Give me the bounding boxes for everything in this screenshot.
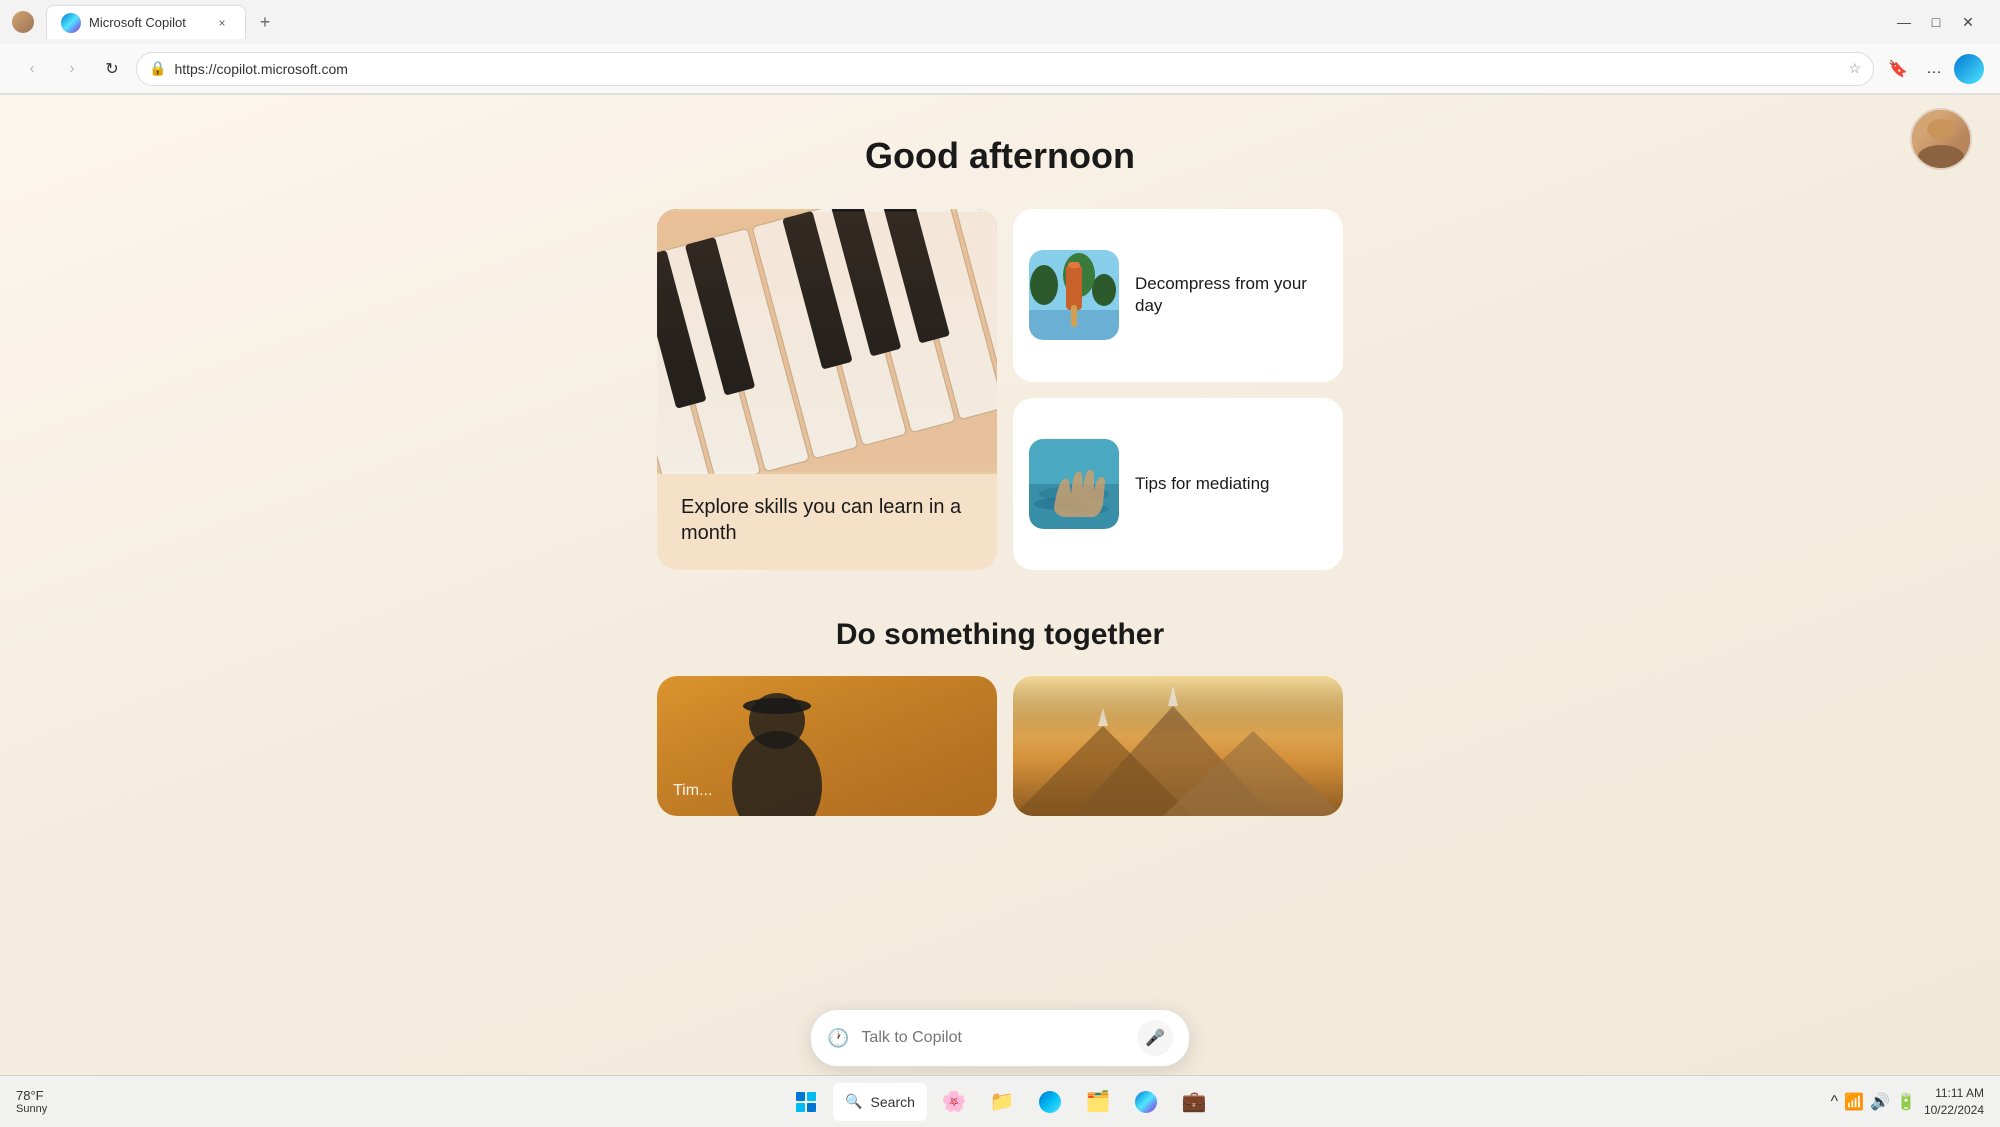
taskbar-search-button[interactable]: 🔍 Search: [833, 1083, 927, 1121]
more-button[interactable]: …: [1918, 53, 1950, 85]
win-sq-2: [807, 1092, 816, 1101]
chat-input[interactable]: [861, 1029, 1125, 1047]
tab-title-label: Microsoft Copilot: [89, 15, 205, 30]
skills-card[interactable]: Explore skills you can learn in a month: [657, 209, 997, 570]
decompress-card[interactable]: Decompress from your day: [1013, 209, 1343, 382]
explorer-icon: 🗂️: [1085, 1089, 1110, 1114]
taskbar-app-lotus[interactable]: 🌸: [933, 1081, 975, 1123]
taskbar-center: 🔍 Search 🌸 📁 🗂️ 💼: [785, 1081, 1215, 1123]
windows-icon: [796, 1092, 816, 1112]
chat-history-icon[interactable]: 🕐: [827, 1028, 849, 1049]
profile-tab-avatar[interactable]: [12, 11, 34, 33]
skills-card-image: [657, 209, 997, 474]
wifi-icon[interactable]: 📶: [1844, 1092, 1864, 1112]
meditate-card-image: [1029, 439, 1119, 529]
taskbar: 78°F Sunny 🔍 Search 🌸 📁: [0, 1075, 2000, 1127]
favorites-add-icon[interactable]: ☆: [1848, 60, 1861, 77]
taskbar-app-copilot[interactable]: [1125, 1081, 1167, 1123]
timer-card[interactable]: Tim...: [657, 676, 997, 816]
close-button[interactable]: ✕: [1956, 10, 1980, 34]
edge-icon: [1039, 1091, 1061, 1113]
bottom-cards-grid: Tim...: [657, 676, 1343, 816]
taskbar-app-files[interactable]: 📁: [981, 1081, 1023, 1123]
taskbar-right: ^ 📶 🔊 🔋 11:11 AM 10/22/2024: [1215, 1085, 1984, 1119]
mountain-card[interactable]: [1013, 676, 1343, 816]
chat-mic-button[interactable]: 🎤: [1137, 1020, 1173, 1056]
refresh-button[interactable]: ↻: [96, 53, 128, 85]
address-input[interactable]: [174, 61, 1840, 77]
tab-container: Microsoft Copilot × +: [46, 5, 1884, 39]
decompress-card-image: [1029, 250, 1119, 340]
favorites-button[interactable]: 🔖: [1882, 53, 1914, 85]
browser-chrome: Microsoft Copilot × + — □ ✕ ‹ › ↻ 🔒 ☆ 🔖 …: [0, 0, 2000, 95]
battery-icon[interactable]: 🔋: [1896, 1092, 1916, 1112]
avatar-face: [1912, 110, 1970, 168]
copilot-taskbar-icon: [1135, 1091, 1157, 1113]
decompress-card-label: Decompress from your day: [1135, 273, 1327, 317]
greeting-heading: Good afternoon: [865, 135, 1135, 177]
files-icon: 📁: [989, 1089, 1014, 1114]
system-icons: ^ 📶 🔊 🔋: [1831, 1092, 1916, 1112]
weather-condition: Sunny: [16, 1103, 47, 1115]
minimize-button[interactable]: —: [1892, 10, 1916, 34]
search-label: Search: [871, 1094, 915, 1110]
forward-button[interactable]: ›: [56, 53, 88, 85]
page-content: Good afternoon: [0, 95, 2000, 1075]
chat-bar: 🕐 🎤: [810, 1009, 1190, 1067]
weather-widget[interactable]: 78°F Sunny: [16, 1088, 47, 1115]
chevron-up-icon[interactable]: ^: [1831, 1093, 1839, 1111]
mountain-svg: [1013, 676, 1343, 816]
address-bar[interactable]: 🔒 ☆: [136, 52, 1874, 86]
user-profile-avatar[interactable]: [1910, 108, 1972, 170]
skills-card-label: Explore skills you can learn in a month: [681, 494, 973, 546]
browser-toolbar: ‹ › ↻ 🔒 ☆ 🔖 …: [0, 44, 2000, 94]
cards-grid: Explore skills you can learn in a month: [657, 209, 1343, 570]
browser-tab-copilot[interactable]: Microsoft Copilot ×: [46, 5, 246, 39]
edge-profile-icon[interactable]: [1954, 54, 1984, 84]
weather-temp: 78°F: [16, 1088, 47, 1103]
copilot-favicon: [61, 13, 81, 33]
skills-card-text: Explore skills you can learn in a month: [657, 474, 997, 570]
chat-bar-container: 🕐 🎤: [810, 1009, 1190, 1067]
meditate-card[interactable]: Tips for mediating: [1013, 398, 1343, 571]
win-sq-4: [807, 1103, 816, 1112]
windows-start-button[interactable]: [785, 1081, 827, 1123]
section2-title: Do something together: [836, 618, 1164, 652]
window-controls: — □ ✕: [1892, 10, 1980, 34]
teams-icon: 💼: [1181, 1089, 1206, 1114]
lock-icon: 🔒: [149, 60, 166, 77]
taskbar-app-edge[interactable]: [1029, 1081, 1071, 1123]
win-sq-1: [796, 1092, 805, 1101]
piano-svg: [657, 209, 997, 474]
taskbar-left: 78°F Sunny: [16, 1088, 785, 1115]
tab-close-button[interactable]: ×: [213, 14, 231, 32]
taskbar-app-explorer[interactable]: 🗂️: [1077, 1081, 1119, 1123]
water-svg: [1029, 439, 1119, 529]
clock-time: 11:11 AM: [1924, 1085, 1984, 1102]
meditate-card-label: Tips for mediating: [1135, 473, 1269, 495]
win-sq-3: [796, 1103, 805, 1112]
volume-icon[interactable]: 🔊: [1870, 1092, 1890, 1112]
timer-card-label: Tim...: [673, 782, 712, 800]
search-icon: 🔍: [845, 1093, 862, 1110]
taskbar-app-teams[interactable]: 💼: [1173, 1081, 1215, 1123]
popsicle-svg: [1029, 250, 1119, 340]
back-button[interactable]: ‹: [16, 53, 48, 85]
lotus-icon: 🌸: [941, 1089, 966, 1114]
toolbar-actions: 🔖 …: [1882, 53, 1984, 85]
system-clock[interactable]: 11:11 AM 10/22/2024: [1924, 1085, 1984, 1119]
new-tab-button[interactable]: +: [250, 7, 280, 37]
maximize-button[interactable]: □: [1924, 10, 1948, 34]
mic-icon: 🎤: [1145, 1028, 1165, 1048]
clock-date: 10/22/2024: [1924, 1102, 1984, 1119]
browser-titlebar: Microsoft Copilot × + — □ ✕: [0, 0, 2000, 44]
